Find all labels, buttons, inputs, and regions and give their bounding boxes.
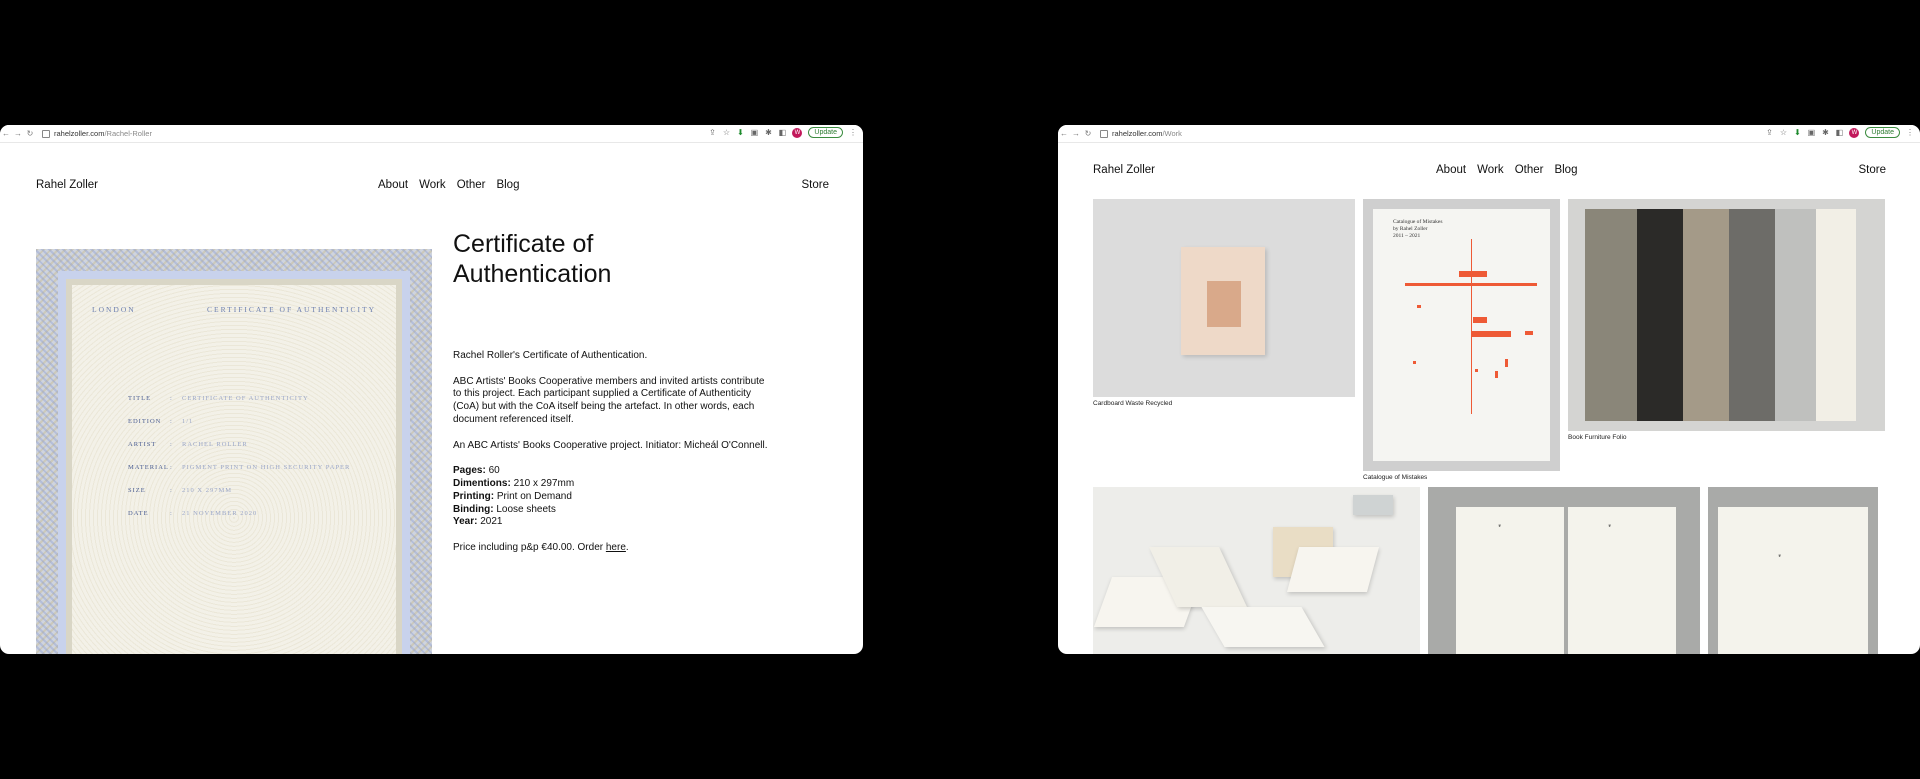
field-key: EDITION [128,418,162,425]
avatar[interactable]: W [1849,127,1860,138]
spec-key: Dimentions: [453,477,511,489]
site-brand[interactable]: Rahel Zoller [36,179,98,191]
work-tile-book-cover[interactable]: ❦ [1708,487,1878,654]
lock-icon [1100,129,1108,138]
nav-store[interactable]: Store [1859,164,1887,176]
puzzle-icon[interactable]: ✱ [1821,128,1829,137]
nav-other[interactable]: Other [457,179,486,191]
sidebar-icon[interactable]: ◧ [1835,128,1844,137]
page-title: Certificate of Authentication [453,230,612,288]
field-value: 1/1 [182,418,194,425]
spec-key: Year: [453,516,478,528]
spec-key: Printing: [453,490,495,502]
nav-blog[interactable]: Blog [1554,164,1577,176]
url-domain: rahelzoller.com [54,129,105,138]
sidebar-icon[interactable]: ◧ [778,128,787,137]
work-tile-book-furniture[interactable] [1568,199,1885,431]
nav-about[interactable]: About [1436,164,1466,176]
lock-icon [42,129,50,138]
download-icon[interactable]: ⬇ [736,128,744,137]
update-button[interactable]: Update [1865,127,1900,138]
main-nav: About Work Other Blog [1436,164,1577,176]
star-icon[interactable]: ☆ [1779,128,1787,137]
product-intro: Rachel Roller's Certificate of Authentic… [453,350,648,361]
site-brand[interactable]: Rahel Zoller [1093,164,1155,176]
main-nav: About Work Other Blog [378,179,519,191]
spec-value: 210 x 297mm [513,477,575,489]
field-value: 210 X 297MM [182,487,233,494]
catalogue-cover: Catalogue of Mistakes by Rahel Zoller 20… [1373,209,1550,461]
certificate-heading: CERTIFICATE OF AUTHENTICITY [207,305,376,314]
nav-about[interactable]: About [378,179,408,191]
url-domain: rahelzoller.com [1112,129,1163,138]
nav-blog[interactable]: Blog [496,179,519,191]
spec-value: Loose sheets [496,503,556,515]
menu-icon[interactable]: ⋮ [849,128,857,137]
work-caption[interactable]: Book Furniture Folio [1568,434,1627,441]
nav-work[interactable]: Work [1477,164,1504,176]
download-icon[interactable]: ⬇ [1793,128,1801,137]
field-value: PIGMENT PRINT ON HIGH SECURITY PAPER [182,464,351,471]
certificate-paper: LONDON CERTIFICATE OF AUTHENTICITY TITLE… [66,279,402,654]
product-description: Rachel Roller's Certificate of Authentic… [453,350,769,568]
extension-icon[interactable]: ▣ [1807,128,1816,137]
work-caption[interactable]: Catalogue of Mistakes [1363,474,1427,481]
work-tile-cardboard[interactable] [1093,199,1355,397]
price-line: Price including p&p €40.00. Order here. [453,542,769,555]
star-icon[interactable]: ☆ [722,128,730,137]
work-tile-open-book[interactable]: ❦ ❦ [1428,487,1700,654]
certificate-fields: TITLE: CERTIFICATE OF AUTHENTICITY EDITIO… [128,395,350,533]
field-key: SIZE [128,487,146,494]
address-bar[interactable]: rahelzoller.com/Rachel-Roller [42,129,152,138]
spec-value: 2021 [480,516,503,528]
book-image [1181,247,1265,355]
avatar[interactable]: W [792,127,803,138]
nav-store[interactable]: Store [802,179,830,191]
price-period: . [625,541,629,553]
spec-value: Print on Demand [496,490,572,502]
url-path: /Work [1162,129,1182,138]
field-key: ARTIST [128,441,157,448]
work-caption[interactable]: Cardboard Waste Recycled [1093,400,1172,407]
browser-window-right: ← → ↻ rahelzoller.com/Work ⇪ ☆ ⬇ ▣ ✱ ◧ W… [1058,125,1920,654]
field-value: CERTIFICATE OF AUTHENTICITY [182,395,309,402]
nav-work[interactable]: Work [419,179,446,191]
forward-icon[interactable]: → [1070,129,1082,138]
certificate-image: LONDON CERTIFICATE OF AUTHENTICITY TITLE… [36,249,432,654]
product-specs: Pages: 60 Dimentions: 210 x 297mm Printi… [453,465,769,529]
cover-title: Catalogue of Mistakes by Rahel Zoller 20… [1393,219,1443,239]
field-key: TITLE [128,395,152,402]
nav-other[interactable]: Other [1515,164,1544,176]
url-path: /Rachel-Roller [104,129,152,138]
back-icon[interactable]: ← [1058,129,1070,138]
spec-key: Binding: [453,503,494,515]
price-text: Price including p&p €40.00. Order [453,541,604,553]
field-value: RACHEL ROLLER [182,441,248,448]
product-body: ABC Artists' Books Cooperative members a… [453,375,765,425]
work-tile-catalogue[interactable]: Catalogue of Mistakes by Rahel Zoller 20… [1363,199,1560,471]
spec-key: Pages: [453,465,486,477]
browser-toolbar: ← → ↻ rahelzoller.com/Work ⇪ ☆ ⬇ ▣ ✱ ◧ W… [1058,125,1920,143]
menu-icon[interactable]: ⋮ [1906,128,1914,137]
address-bar[interactable]: rahelzoller.com/Work [1100,129,1182,138]
back-icon[interactable]: ← [0,129,12,138]
field-key: DATE [128,510,149,517]
extension-icon[interactable]: ▣ [750,128,759,137]
browser-toolbar: ← → ↻ rahelzoller.com/Rachel-Roller ⇪ ☆ … [0,125,863,143]
reload-icon[interactable]: ↻ [24,129,36,138]
forward-icon[interactable]: → [12,129,24,138]
share-icon[interactable]: ⇪ [1765,128,1773,137]
order-link[interactable]: here [606,542,626,553]
reload-icon[interactable]: ↻ [1082,129,1094,138]
work-tile-paper-sculptures[interactable] [1093,487,1420,654]
share-icon[interactable]: ⇪ [708,128,716,137]
spec-value: 60 [488,465,500,477]
field-value: 21 NOVEMBER 2020 [182,510,258,517]
product-credit: An ABC Artists' Books Cooperative projec… [453,439,768,451]
certificate-city: LONDON [92,305,136,314]
puzzle-icon[interactable]: ✱ [764,128,772,137]
update-button[interactable]: Update [808,127,843,138]
browser-window-left: ← → ↻ rahelzoller.com/Rachel-Roller ⇪ ☆ … [0,125,863,654]
field-key: MATERIAL [128,464,169,471]
